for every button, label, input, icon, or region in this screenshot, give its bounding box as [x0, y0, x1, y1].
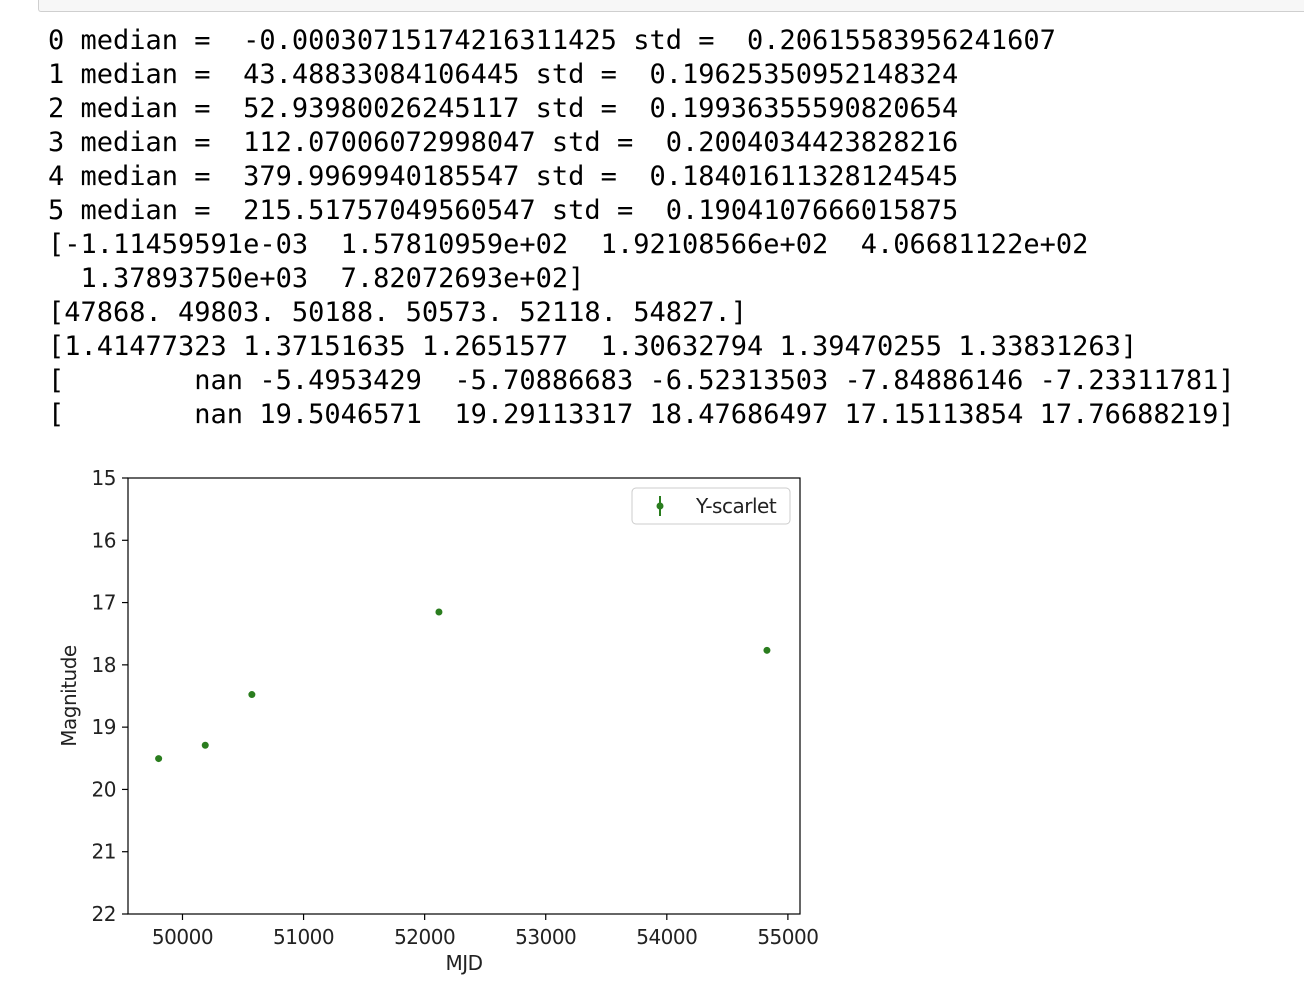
data-point: [155, 755, 163, 763]
x-tick-label: 53000: [515, 925, 576, 949]
output-line: [47868. 49803. 50188. 50573. 52118. 5482…: [48, 297, 747, 328]
output-line: [-1.11459591e-03 1.57810959e+02 1.921085…: [48, 229, 1089, 260]
y-tick-label: 22: [92, 902, 116, 926]
output-line: 1 median = 43.48833084106445 std = 0.196…: [48, 59, 959, 90]
output-line: 2 median = 52.93980026245117 std = 0.199…: [48, 93, 959, 124]
data-point: [763, 646, 771, 654]
data-point: [435, 608, 443, 616]
plot-area: [128, 478, 800, 914]
output-line: [1.41477323 1.37151635 1.2651577 1.30632…: [48, 331, 1138, 362]
y-tick-label: 15: [92, 466, 116, 490]
y-tick-label: 19: [92, 715, 116, 739]
x-tick-label: 51000: [273, 925, 334, 949]
y-axis-label: Magnitude: [57, 645, 81, 747]
cell-output-area: 0 median = -0.00030715174216311425 std =…: [0, 0, 1304, 992]
legend: Y-scarlet: [631, 487, 791, 525]
output-line: 0 median = -0.00030715174216311425 std =…: [48, 25, 1056, 56]
y-tick-label: 16: [92, 528, 116, 552]
x-axis-label: MJD: [445, 951, 482, 975]
output-line: 5 median = 215.51757049560547 std = 0.19…: [48, 195, 959, 226]
output-line: [ nan 19.5046571 19.29113317 18.47686497…: [48, 399, 1235, 430]
x-tick-label: 52000: [394, 925, 455, 949]
plot-output: 50000 51000 52000 53000 54000 55000 15 16 17 18 19…: [40, 458, 840, 992]
stdout-text: 0 median = -0.00030715174216311425 std =…: [48, 24, 1235, 432]
y-tick-label: 20: [92, 777, 116, 801]
output-line: 1.37893750e+03 7.82072693e+02]: [48, 263, 585, 294]
output-line: 4 median = 379.9969940185547 std = 0.184…: [48, 161, 959, 192]
x-tick-label: 50000: [152, 925, 213, 949]
x-tick-label: 54000: [636, 925, 697, 949]
y-tick-label: 17: [92, 591, 116, 615]
y-tick-label: 18: [92, 653, 116, 677]
x-tick-label: 55000: [757, 925, 818, 949]
data-point: [248, 691, 256, 699]
y-tick-label: 21: [92, 840, 116, 864]
output-line: [ nan -5.4953429 -5.70886683 -6.52313503…: [48, 365, 1235, 396]
scatter-chart: 50000 51000 52000 53000 54000 55000 15 16 17 18 19…: [57, 466, 819, 975]
legend-label: Y-scarlet: [695, 494, 777, 518]
data-point: [201, 741, 209, 749]
output-line: 3 median = 112.07006072998047 std = 0.20…: [48, 127, 959, 158]
legend-marker-icon: [656, 502, 664, 510]
